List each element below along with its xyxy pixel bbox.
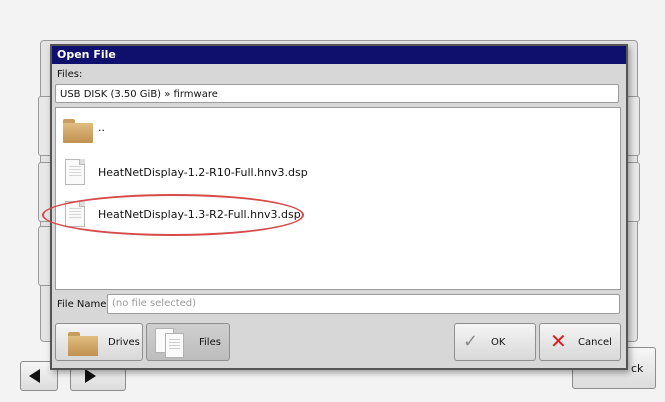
- cancel-button-label: Cancel: [578, 337, 612, 348]
- ok-button-label: OK: [491, 337, 506, 348]
- drives-button[interactable]: Drives: [55, 323, 143, 361]
- file-icon: [65, 159, 85, 185]
- list-item-file[interactable]: HeatNetDisplay-1.3-R2-Full.hnv3.dsp: [56, 196, 620, 232]
- files-button-label: Files: [199, 337, 221, 348]
- list-item-file[interactable]: HeatNetDisplay-1.2-R10-Full.hnv3.dsp: [56, 154, 620, 190]
- file-name-label: File Name:: [57, 299, 110, 310]
- list-item-label: ..: [98, 121, 105, 134]
- files-icon: [155, 328, 185, 358]
- files-button[interactable]: Files: [146, 323, 230, 361]
- file-icon: [65, 201, 85, 227]
- list-item-parent-folder[interactable]: ..: [56, 108, 620, 144]
- file-name-field[interactable]: (no file selected): [107, 294, 620, 314]
- ok-button[interactable]: ✓ OK: [454, 323, 536, 361]
- path-breadcrumb[interactable]: USB DISK (3.50 GiB) » firmware: [55, 84, 619, 103]
- drives-button-label: Drives: [108, 337, 140, 348]
- back-button-label: ck: [631, 362, 644, 375]
- list-item-label: HeatNetDisplay-1.3-R2-Full.hnv3.dsp: [98, 208, 301, 221]
- close-icon: ✕: [550, 329, 567, 353]
- folder-icon: [68, 332, 100, 356]
- file-list[interactable]: .. HeatNetDisplay-1.2-R10-Full.hnv3.dsp …: [55, 107, 621, 290]
- cancel-button[interactable]: ✕ Cancel: [539, 323, 621, 361]
- arrow-right-icon: [85, 369, 96, 383]
- dialog-title: Open File: [52, 46, 626, 64]
- files-label: Files:: [57, 69, 83, 80]
- folder-icon: [63, 119, 95, 143]
- list-item-label: HeatNetDisplay-1.2-R10-Full.hnv3.dsp: [98, 166, 308, 179]
- open-file-dialog: Open File Files: USB DISK (3.50 GiB) » f…: [42, 44, 628, 370]
- checkmark-icon: ✓: [463, 331, 479, 352]
- arrow-left-icon: [29, 369, 40, 383]
